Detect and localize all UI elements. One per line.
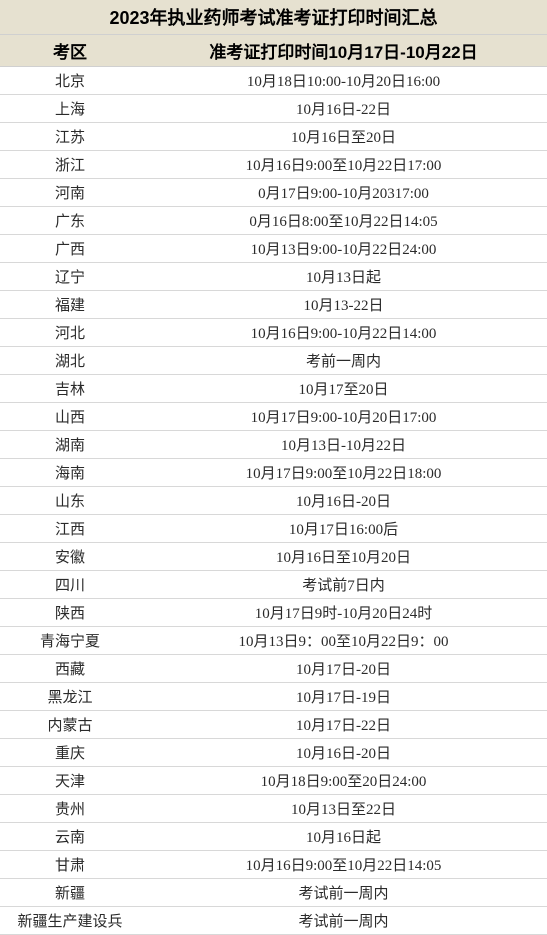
region-cell: 山东 bbox=[0, 487, 140, 515]
time-cell: 10月16日9:00至10月22日14:05 bbox=[140, 851, 547, 879]
time-cell: 10月17日-22日 bbox=[140, 711, 547, 739]
table-row: 湖南10月13日-10月22日 bbox=[0, 431, 547, 459]
region-cell: 新疆 bbox=[0, 879, 140, 907]
title-row: 2023年执业药师考试准考证打印时间汇总 bbox=[0, 0, 547, 35]
table-row: 青海宁夏10月13日9：00至10月22日9：00 bbox=[0, 627, 547, 655]
time-cell: 10月17日9:00-10月20日17:00 bbox=[140, 403, 547, 431]
table-row: 新疆考试前一周内 bbox=[0, 879, 547, 907]
time-cell: 10月16日至10月20日 bbox=[140, 543, 547, 571]
region-cell: 贵州 bbox=[0, 795, 140, 823]
time-cell: 10月16日9:00-10月22日14:00 bbox=[140, 319, 547, 347]
region-cell: 河南 bbox=[0, 179, 140, 207]
time-cell: 10月16日-20日 bbox=[140, 487, 547, 515]
time-cell: 10月13-22日 bbox=[140, 291, 547, 319]
time-cell: 10月13日起 bbox=[140, 263, 547, 291]
time-cell: 10月17日-19日 bbox=[140, 683, 547, 711]
region-cell: 甘肃 bbox=[0, 851, 140, 879]
table-row: 海南10月17日9:00至10月22日18:00 bbox=[0, 459, 547, 487]
region-cell: 上海 bbox=[0, 95, 140, 123]
region-cell: 天津 bbox=[0, 767, 140, 795]
time-cell: 10月18日10:00-10月20日16:00 bbox=[140, 67, 547, 95]
region-cell: 福建 bbox=[0, 291, 140, 319]
region-cell: 安徽 bbox=[0, 543, 140, 571]
table-row: 福建10月13-22日 bbox=[0, 291, 547, 319]
table-row: 北京10月18日10:00-10月20日16:00 bbox=[0, 67, 547, 95]
region-cell: 湖北 bbox=[0, 347, 140, 375]
table-row: 天津10月18日9:00至20日24:00 bbox=[0, 767, 547, 795]
header-time: 准考证打印时间10月17日-10月22日 bbox=[140, 35, 547, 67]
time-cell: 10月13日-10月22日 bbox=[140, 431, 547, 459]
table-row: 广东0月16日8:00至10月22日14:05 bbox=[0, 207, 547, 235]
time-cell: 10月13日至22日 bbox=[140, 795, 547, 823]
region-cell: 海南 bbox=[0, 459, 140, 487]
region-cell: 四川 bbox=[0, 571, 140, 599]
table-row: 辽宁10月13日起 bbox=[0, 263, 547, 291]
region-cell: 辽宁 bbox=[0, 263, 140, 291]
time-cell: 10月16日至20日 bbox=[140, 123, 547, 151]
region-cell: 广东 bbox=[0, 207, 140, 235]
region-cell: 西藏 bbox=[0, 655, 140, 683]
time-cell: 10月13日9:00-10月22日24:00 bbox=[140, 235, 547, 263]
table-row: 河北10月16日9:00-10月22日14:00 bbox=[0, 319, 547, 347]
table-row: 四川考试前7日内 bbox=[0, 571, 547, 599]
time-cell: 0月16日8:00至10月22日14:05 bbox=[140, 207, 547, 235]
region-cell: 江苏 bbox=[0, 123, 140, 151]
region-cell: 青海宁夏 bbox=[0, 627, 140, 655]
admission-ticket-schedule-table: 2023年执业药师考试准考证打印时间汇总 考区 准考证打印时间10月17日-10… bbox=[0, 0, 547, 935]
table-row: 吉林10月17至20日 bbox=[0, 375, 547, 403]
time-cell: 考试前7日内 bbox=[140, 571, 547, 599]
header-region: 考区 bbox=[0, 35, 140, 67]
table-row: 西藏10月17日-20日 bbox=[0, 655, 547, 683]
table-row: 江西10月17日16:00后 bbox=[0, 515, 547, 543]
time-cell: 0月17日9:00-10月20317:00 bbox=[140, 179, 547, 207]
time-cell: 10月17日-20日 bbox=[140, 655, 547, 683]
table-row: 云南10月16日起 bbox=[0, 823, 547, 851]
time-cell: 10月16日起 bbox=[140, 823, 547, 851]
header-row: 考区 准考证打印时间10月17日-10月22日 bbox=[0, 35, 547, 67]
table-row: 贵州10月13日至22日 bbox=[0, 795, 547, 823]
time-cell: 10月17日9时-10月20日24时 bbox=[140, 599, 547, 627]
time-cell: 10月17至20日 bbox=[140, 375, 547, 403]
table-row: 上海10月16日-22日 bbox=[0, 95, 547, 123]
table-row: 黑龙江10月17日-19日 bbox=[0, 683, 547, 711]
table-row: 新疆生产建设兵考试前一周内 bbox=[0, 907, 547, 935]
region-cell: 江西 bbox=[0, 515, 140, 543]
time-cell: 考前一周内 bbox=[140, 347, 547, 375]
table-row: 陕西10月17日9时-10月20日24时 bbox=[0, 599, 547, 627]
table-row: 江苏10月16日至20日 bbox=[0, 123, 547, 151]
table-title: 2023年执业药师考试准考证打印时间汇总 bbox=[0, 0, 547, 35]
table-row: 山东10月16日-20日 bbox=[0, 487, 547, 515]
region-cell: 北京 bbox=[0, 67, 140, 95]
time-cell: 10月13日9：00至10月22日9：00 bbox=[140, 627, 547, 655]
table-row: 浙江10月16日9:00至10月22日17:00 bbox=[0, 151, 547, 179]
table-row: 广西10月13日9:00-10月22日24:00 bbox=[0, 235, 547, 263]
region-cell: 云南 bbox=[0, 823, 140, 851]
time-cell: 考试前一周内 bbox=[140, 907, 547, 935]
region-cell: 河北 bbox=[0, 319, 140, 347]
region-cell: 内蒙古 bbox=[0, 711, 140, 739]
table-row: 河南0月17日9:00-10月20317:00 bbox=[0, 179, 547, 207]
region-cell: 湖南 bbox=[0, 431, 140, 459]
time-cell: 10月16日-20日 bbox=[140, 739, 547, 767]
time-cell: 10月16日-22日 bbox=[140, 95, 547, 123]
region-cell: 浙江 bbox=[0, 151, 140, 179]
time-cell: 10月17日9:00至10月22日18:00 bbox=[140, 459, 547, 487]
table-row: 重庆10月16日-20日 bbox=[0, 739, 547, 767]
time-cell: 考试前一周内 bbox=[140, 879, 547, 907]
time-cell: 10月18日9:00至20日24:00 bbox=[140, 767, 547, 795]
table-row: 甘肃10月16日9:00至10月22日14:05 bbox=[0, 851, 547, 879]
table-row: 安徽10月16日至10月20日 bbox=[0, 543, 547, 571]
region-cell: 山西 bbox=[0, 403, 140, 431]
region-cell: 新疆生产建设兵 bbox=[0, 907, 140, 935]
region-cell: 吉林 bbox=[0, 375, 140, 403]
time-cell: 10月16日9:00至10月22日17:00 bbox=[140, 151, 547, 179]
table-row: 山西10月17日9:00-10月20日17:00 bbox=[0, 403, 547, 431]
region-cell: 黑龙江 bbox=[0, 683, 140, 711]
region-cell: 广西 bbox=[0, 235, 140, 263]
region-cell: 陕西 bbox=[0, 599, 140, 627]
table-row: 湖北考前一周内 bbox=[0, 347, 547, 375]
region-cell: 重庆 bbox=[0, 739, 140, 767]
table-row: 内蒙古10月17日-22日 bbox=[0, 711, 547, 739]
time-cell: 10月17日16:00后 bbox=[140, 515, 547, 543]
